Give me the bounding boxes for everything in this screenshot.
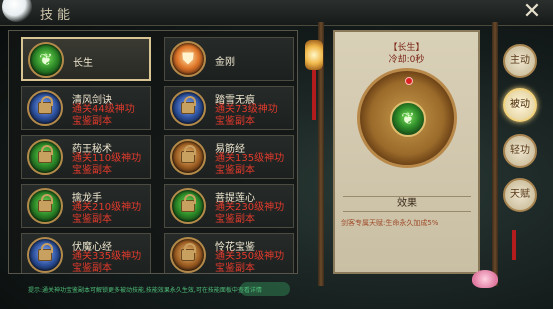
skill-cell-changsheng[interactable]: ❦ 长生 [21, 37, 151, 81]
skill-requirement: 通关44级神功 宝鉴副本 [72, 104, 135, 127]
lock-icon [27, 90, 63, 126]
skill-cell-taxue[interactable]: 踏雪无痕 通关73级神功 宝鉴副本 [164, 86, 294, 130]
skill-cell-yijin[interactable]: 易筋经 通关135级神功 宝鉴副本 [164, 135, 294, 179]
lock-icon [27, 237, 63, 273]
window-title: 技能 [40, 8, 75, 23]
skill-name: 长生 [73, 58, 93, 69]
skill-requirement: 通关230级神功 宝鉴副本 [215, 202, 285, 225]
green-leaf-icon: ❦ [28, 42, 64, 78]
red-tassel [312, 70, 316, 120]
skill-detail-scroll: 【长生】 冷却:0秒 ❦ 效果 剑客专属天赋:生命永久加成5% [333, 30, 480, 274]
tab-lightness-skills[interactable]: 轻功 [503, 134, 537, 168]
title-bar: 技能 ✕ [0, 0, 553, 26]
lock-icon [27, 188, 63, 224]
detail-cooldown: 冷却:0秒 [388, 55, 425, 65]
tab-active-skills[interactable]: 主动 [503, 44, 537, 78]
lantern-icon [305, 40, 323, 70]
tab-passive-skills[interactable]: 被动 [503, 88, 537, 122]
orange-shield-icon: ⛊ [170, 41, 206, 77]
skill-cell-qingfeng[interactable]: 清风剑诀 通关44级神功 宝鉴副本 [21, 86, 151, 130]
scrolling-hint: 提示:通关神功宝鉴副本可解锁更多被动技能,技能效果永久生效,可在技能面板中查看详… [28, 287, 262, 294]
skill-window: 技能 ✕ ❦ 长生 ⛊ 金刚 清风剑诀 通关44级神功 宝鉴副本 踏雪无痕 通关7… [0, 0, 553, 309]
lock-icon [170, 90, 206, 126]
skill-requirement: 通关110级神功 宝鉴副本 [72, 153, 142, 176]
skill-list-panel[interactable]: ❦ 长生 ⛊ 金刚 清风剑诀 通关44级神功 宝鉴副本 踏雪无痕 通关73级神功宝… [8, 30, 298, 274]
skill-cell-puti[interactable]: 菩提莲心 通关230级神功 宝鉴副本 [164, 184, 294, 228]
skill-cell-yaowang[interactable]: 药王秘术 通关110级神功 宝鉴副本 [21, 135, 151, 179]
tab-talent[interactable]: 天赋 [503, 178, 537, 212]
lock-icon [27, 139, 63, 175]
red-gem-icon [405, 77, 413, 85]
red-tassel [512, 230, 516, 260]
green-leaf-icon: ❦ [390, 101, 426, 137]
skill-requirement: 通关135级神功 宝鉴副本 [215, 153, 285, 176]
lock-icon [170, 188, 206, 224]
effect-description: 剑客专属天赋:生命永久加成5% [341, 219, 439, 227]
skill-requirement: 通关210级神功 宝鉴副本 [72, 202, 142, 225]
skill-requirement: 通关73级神功 宝鉴副本 [215, 104, 278, 127]
skill-emblem: ❦ [357, 68, 457, 168]
lock-icon [170, 139, 206, 175]
lock-icon [170, 237, 206, 273]
lotus-flower-icon [472, 270, 498, 288]
skill-cell-jingang[interactable]: ⛊ 金刚 [164, 37, 294, 81]
skill-cell-fumo[interactable]: 伏魔心经 通关335级神功 宝鉴副本 [21, 233, 151, 274]
skill-requirement: 通关350级神功 宝鉴副本 [215, 251, 285, 274]
skill-requirement: 通关335级神功 宝鉴副本 [72, 251, 142, 274]
effect-header: 效果 [343, 196, 471, 212]
moon-ornament [2, 0, 32, 22]
skill-cell-lianhua[interactable]: 怜花宝鉴 通关350级神功 宝鉴副本 [164, 233, 294, 274]
scroll-pole-right [492, 22, 498, 286]
close-button[interactable]: ✕ [521, 1, 543, 24]
skill-cell-qinlong[interactable]: 擒龙手 通关210级神功 宝鉴副本 [21, 184, 151, 228]
skill-name: 金刚 [215, 57, 235, 68]
